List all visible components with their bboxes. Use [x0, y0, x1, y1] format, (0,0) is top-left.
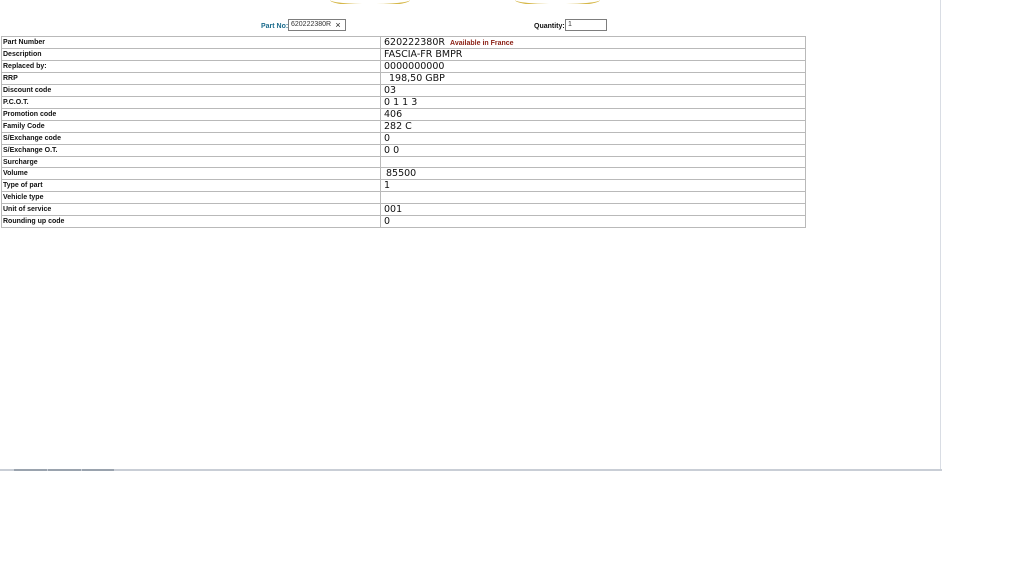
header-decoration-left	[330, 0, 410, 4]
frame-bottom-border	[0, 469, 942, 471]
quantity-input[interactable]: 1	[565, 19, 607, 31]
row-value: 198,50 GBP	[380, 72, 806, 85]
table-row: Family Code 282 C	[1, 120, 806, 133]
row-value: 001	[380, 202, 806, 216]
row-label: Description	[1, 48, 381, 61]
table-row: Surcharge	[1, 155, 806, 169]
table-row: Vehicle type	[1, 191, 806, 204]
row-value: FASCIA-FR BMPR	[380, 48, 806, 61]
row-value: 0	[380, 214, 806, 228]
row-value	[380, 155, 806, 169]
part-details-table: Part Number 620222380R Available in Fran…	[1, 36, 806, 228]
part-number-cell: 620222380R Available in France	[380, 36, 806, 49]
row-value: 406	[380, 108, 806, 121]
table-row: Volume 85500	[1, 167, 806, 181]
frame-segment	[82, 469, 114, 471]
row-label: Volume	[1, 167, 381, 181]
row-value: 282 C	[380, 120, 806, 133]
availability-note: Available in France	[450, 40, 514, 47]
table-row: P.C.O.T. 0 1 1 3	[1, 96, 806, 109]
row-value: 1	[380, 179, 806, 193]
row-value: 0 0	[380, 144, 806, 157]
table-row: Replaced by: 0000000000	[1, 60, 806, 73]
table-row: Type of part 1	[1, 179, 806, 193]
clear-icon[interactable]: ×	[333, 19, 343, 31]
row-label: P.C.O.T.	[1, 96, 381, 109]
row-label: S/Exchange O.T.	[1, 144, 381, 157]
frame-right-border	[940, 0, 941, 470]
row-label: S/Exchange code	[1, 132, 381, 145]
row-label: Unit of service	[1, 202, 381, 216]
table-row: Description FASCIA-FR BMPR	[1, 48, 806, 61]
header-decoration-right	[515, 0, 600, 4]
row-label: Type of part	[1, 179, 381, 193]
table-row: Rounding up code 0	[1, 214, 806, 228]
frame-segment	[48, 469, 81, 471]
part-no-label: Part No:	[261, 23, 289, 30]
part-search-bar: Part No: 620222380R × Quantity: 1	[0, 18, 806, 34]
table-row: Unit of service 001	[1, 202, 806, 216]
row-value: 85500	[380, 167, 806, 181]
row-label: Replaced by:	[1, 60, 381, 73]
table-row: S/Exchange code 0	[1, 132, 806, 145]
row-label: Promotion code	[1, 108, 381, 121]
row-value: 620222380R	[384, 37, 445, 48]
row-label: RRP	[1, 72, 381, 85]
row-label: Family Code	[1, 120, 381, 133]
row-label: Discount code	[1, 84, 381, 97]
row-label: Rounding up code	[1, 214, 381, 228]
frame-segment	[14, 469, 47, 471]
row-label: Part Number	[1, 36, 381, 49]
table-row: Discount code 03	[1, 84, 806, 97]
table-row: RRP 198,50 GBP	[1, 72, 806, 85]
quantity-label: Quantity:	[534, 23, 565, 30]
part-no-value: 620222380R	[291, 21, 332, 28]
table-row: Promotion code 406	[1, 108, 806, 121]
row-value: 0	[380, 132, 806, 145]
row-value: 0 1 1 3	[380, 96, 806, 109]
row-value	[380, 191, 806, 204]
table-row: Part Number 620222380R Available in Fran…	[1, 36, 806, 49]
row-label: Surcharge	[1, 155, 381, 169]
row-label: Vehicle type	[1, 191, 381, 204]
row-value: 0000000000	[380, 60, 806, 73]
row-value: 03	[380, 84, 806, 97]
table-row: S/Exchange O.T. 0 0	[1, 144, 806, 157]
